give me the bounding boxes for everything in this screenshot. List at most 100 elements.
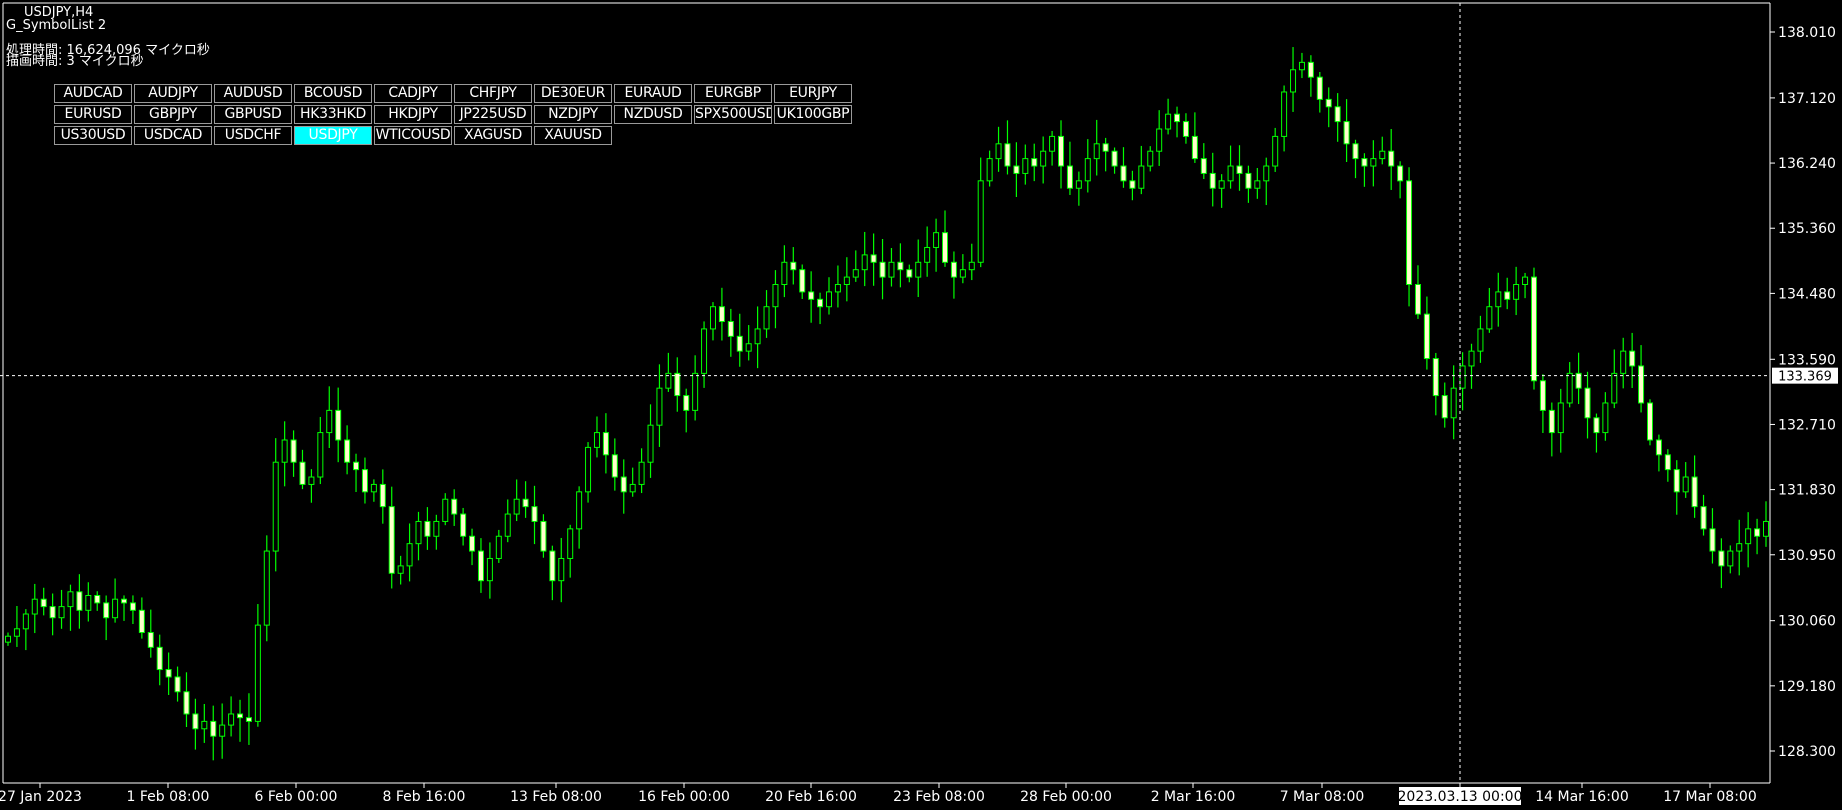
candle-body [379, 483, 386, 508]
symbol-button-chfjpy[interactable]: CHFJPY [454, 84, 532, 103]
candle-body [442, 498, 449, 522]
candle-body [1263, 165, 1270, 182]
candle-body [67, 591, 74, 608]
candle-body [942, 232, 949, 263]
candle-body [602, 432, 609, 456]
candle-body [13, 628, 20, 637]
candle-body [1629, 350, 1636, 367]
price-tick-label: 131.830 [1778, 483, 1836, 499]
symbol-button-audjpy[interactable]: AUDJPY [134, 84, 212, 103]
candle-body [299, 461, 306, 485]
crosshair-time-label: 2023.03.13 00:00 [1398, 789, 1523, 805]
candle-body [1102, 143, 1109, 152]
candle-body [593, 432, 600, 448]
symbol-button-usdchf[interactable]: USDCHF [214, 126, 292, 145]
candle-body [1495, 291, 1502, 308]
candle-body [1343, 121, 1350, 145]
symbol-button-hk33hkd[interactable]: HK33HKD [294, 105, 372, 124]
candle-body [611, 454, 618, 478]
candle-body [1566, 372, 1573, 404]
candle-body [567, 528, 574, 559]
symbol-button-audusd[interactable]: AUDUSD [214, 84, 292, 103]
candle-body [49, 606, 56, 619]
candle-body [76, 591, 83, 611]
candle-body [522, 498, 529, 508]
symbol-button-wticousd[interactable]: WTICOUSD [374, 126, 452, 145]
symbol-button-audcad[interactable]: AUDCAD [54, 84, 132, 103]
candle-body [1370, 158, 1377, 167]
candle-body [781, 261, 788, 286]
candle-body [40, 598, 47, 608]
candle-body [843, 276, 850, 286]
symbol-button-spx500usd[interactable]: SPX500USD [694, 105, 772, 124]
candle-body [263, 550, 270, 626]
candle-body [683, 395, 690, 411]
candle-body [1736, 543, 1743, 552]
candle-body [245, 717, 252, 722]
candle-body [192, 713, 199, 730]
candle-body [1031, 158, 1038, 167]
candle-body [549, 550, 556, 582]
candle-body [1504, 291, 1511, 300]
candle-body [834, 284, 841, 293]
candle-body [1441, 395, 1448, 419]
symbol-button-euraud[interactable]: EURAUD [614, 84, 692, 103]
candle-body [1638, 365, 1645, 404]
candle-body [620, 476, 627, 493]
candle-body [504, 513, 511, 537]
candle-body [424, 520, 431, 537]
candle-body [1423, 313, 1430, 360]
candle-body [1191, 135, 1198, 160]
candle-body [852, 269, 859, 278]
symbol-button-bcousd[interactable]: BCOUSD [294, 84, 372, 103]
symbol-button-gbpusd[interactable]: GBPUSD [214, 105, 292, 124]
candle-body [1673, 469, 1680, 493]
symbol-button-jp225usd[interactable]: JP225USD [454, 105, 532, 124]
candle-body [1200, 158, 1207, 174]
candle-body [870, 254, 877, 263]
symbol-button-cadjpy[interactable]: CADJPY [374, 84, 452, 103]
candle-body [558, 557, 565, 582]
candle-body [272, 461, 279, 552]
candle-body [1539, 380, 1546, 411]
candle-body [201, 720, 208, 730]
symbol-button-eurgbp[interactable]: EURGBP [694, 84, 772, 103]
symbol-button-eurusd[interactable]: EURUSD [54, 105, 132, 124]
candle-body [915, 261, 922, 278]
candle-body [1379, 150, 1386, 160]
candle-body [486, 557, 493, 582]
time-tick-label: 2 Mar 16:00 [1151, 789, 1236, 805]
candle-body [388, 506, 395, 574]
symbol-button-uk100gbp[interactable]: UK100GBP [774, 105, 852, 124]
symbol-button-xauusd[interactable]: XAUUSD [534, 126, 612, 145]
symbol-button-hkdjpy[interactable]: HKDJPY [374, 105, 452, 124]
symbol-button-usdcad[interactable]: USDCAD [134, 126, 212, 145]
symbol-button-nzdjpy[interactable]: NZDJPY [534, 105, 612, 124]
candle-body [5, 635, 11, 643]
candle-body [290, 439, 297, 463]
candle-body [1138, 165, 1145, 189]
symbol-button-de30eur[interactable]: DE30EUR [534, 84, 612, 103]
candle-body [1700, 506, 1707, 530]
candle-body [754, 328, 761, 345]
candle-body [825, 291, 832, 308]
candle-body [1040, 150, 1047, 167]
symbol-button-eurjpy[interactable]: EURJPY [774, 84, 852, 103]
candle [1646, 399, 1653, 446]
candle-body [933, 232, 940, 248]
candle-body [121, 598, 128, 604]
candle-body [513, 498, 520, 515]
symbol-button-us30usd[interactable]: US30USD [54, 126, 132, 145]
candle-body [1281, 91, 1288, 137]
symbol-button-gbpjpy[interactable]: GBPJPY [134, 105, 212, 124]
symbol-button-xagusd[interactable]: XAGUSD [454, 126, 532, 145]
candle-body [147, 632, 154, 648]
symbol-button-usdjpy[interactable]: USDJPY [294, 126, 372, 145]
candle-body [1682, 476, 1689, 493]
candle-body [1182, 121, 1189, 137]
time-tick-label: 17 Mar 08:00 [1663, 789, 1756, 805]
price-tick-label: 134.480 [1778, 286, 1836, 302]
time-tick-label: 20 Feb 16:00 [765, 789, 857, 805]
candle [263, 535, 270, 642]
symbol-button-nzdusd[interactable]: NZDUSD [614, 105, 692, 124]
